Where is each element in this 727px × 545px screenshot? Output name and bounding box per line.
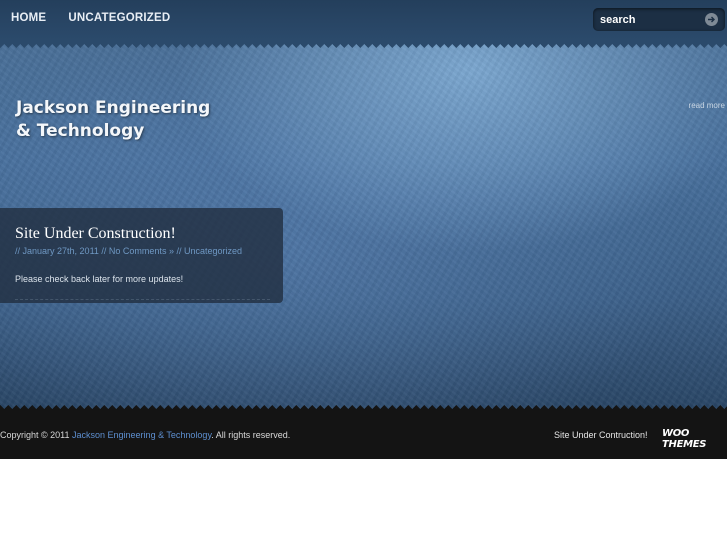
post-title[interactable]: Site Under Construction!: [15, 225, 176, 243]
post-meta: // January 27th, 2011 // No Comments » /…: [15, 246, 242, 256]
woothemes-logo[interactable]: WOO THEMES: [662, 428, 727, 450]
copyright-prefix: Copyright © 2011: [0, 430, 73, 440]
main-nav: HOME UNCATEGORIZED: [11, 12, 170, 24]
copyright-text: Copyright © 2011 Jackson Engineering & T…: [0, 430, 290, 440]
top-navigation-bar: HOME UNCATEGORIZED: [0, 0, 727, 40]
copyright-suffix: . All rights reserved.: [211, 430, 291, 440]
search-input[interactable]: [593, 8, 703, 31]
post-category-link[interactable]: Uncategorized: [184, 246, 242, 256]
search-submit-button[interactable]: [705, 13, 718, 26]
post-divider: [15, 299, 270, 300]
footer: Copyright © 2011 Jackson Engineering & T…: [0, 413, 727, 459]
site-title: Jackson Engineering & Technology: [16, 97, 246, 143]
top-zigzag-border: [0, 40, 727, 48]
post-comments-link[interactable]: No Comments »: [109, 246, 174, 256]
meta-separator: //: [98, 246, 109, 256]
read-more-link[interactable]: read more: [689, 101, 725, 110]
nav-item-uncategorized[interactable]: UNCATEGORIZED: [68, 12, 170, 24]
page-background: HOME UNCATEGORIZED Jackson Engineering &…: [0, 0, 727, 459]
post-excerpt: Please check back later for more updates…: [15, 274, 184, 284]
footer-zigzag-border: [0, 405, 727, 413]
site-title-line-1: Jackson Engineering: [16, 98, 211, 118]
meta-separator: //: [173, 246, 184, 256]
site-title-line-2: & Technology: [16, 121, 145, 141]
search-box: [593, 8, 725, 31]
meta-prefix: //: [15, 246, 23, 256]
post-date: January 27th, 2011: [22, 246, 99, 256]
arrow-right-icon: [708, 16, 715, 23]
nav-item-home[interactable]: HOME: [11, 12, 46, 24]
footer-site-link[interactable]: Jackson Engineering & Technology: [72, 430, 211, 440]
footer-tagline: Site Under Contruction!: [554, 430, 648, 440]
post-card: Site Under Construction! // January 27th…: [0, 208, 283, 303]
